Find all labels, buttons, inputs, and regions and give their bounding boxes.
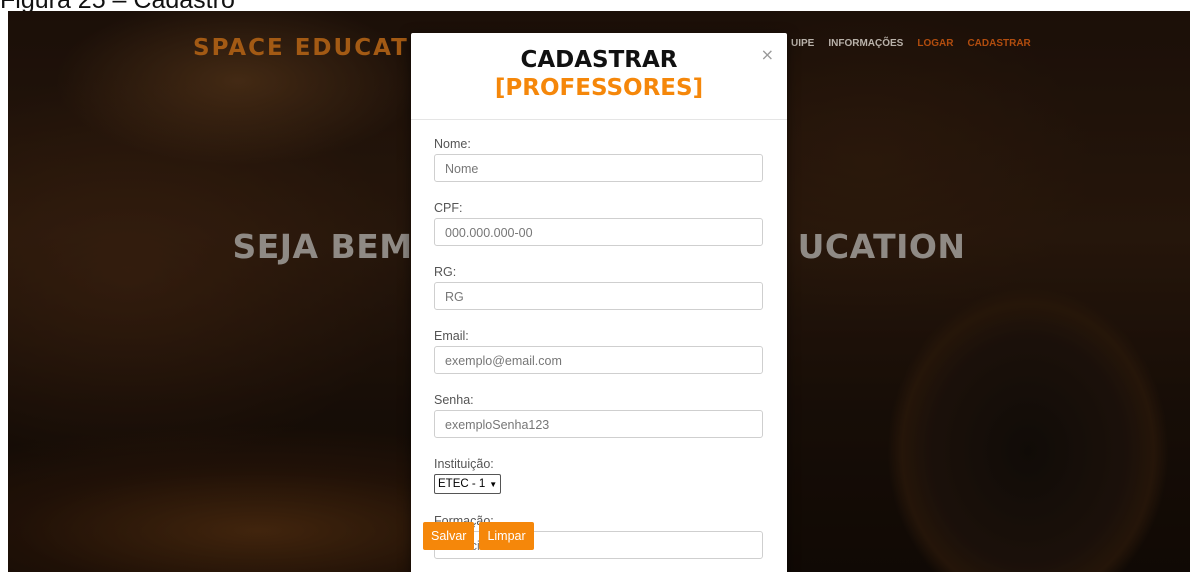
form-actions: Salvar Limpar bbox=[423, 522, 534, 550]
website-screenshot: SPACE EDUCAT UIPE INFORMAÇÕES LOGAR CADA… bbox=[8, 11, 1190, 572]
register-modal: CADASTRAR [PROFESSORES] × Nome: Nome CPF… bbox=[411, 33, 787, 572]
instituicao-selected-value: ETEC - 1 bbox=[438, 478, 486, 490]
nav-item-cadastrar[interactable]: CADASTRAR bbox=[967, 38, 1030, 49]
chevron-down-icon: ▼ bbox=[489, 479, 498, 489]
nome-label: Nome: bbox=[434, 137, 471, 151]
close-icon[interactable]: × bbox=[761, 45, 774, 64]
nav-item-equipe[interactable]: UIPE bbox=[791, 38, 814, 49]
password-input[interactable]: exemploSenha123 bbox=[434, 410, 763, 438]
top-nav: UIPE INFORMAÇÕES LOGAR CADASTRAR bbox=[791, 38, 1031, 49]
modal-header: CADASTRAR [PROFESSORES] × bbox=[411, 33, 787, 120]
email-input[interactable]: exemplo@email.com bbox=[434, 346, 763, 374]
save-button[interactable]: Salvar bbox=[423, 522, 475, 550]
modal-subtitle: [PROFESSORES] bbox=[494, 75, 704, 101]
instituicao-select[interactable]: ETEC - 1 ▼ bbox=[434, 474, 502, 494]
email-label: Email: bbox=[434, 329, 469, 343]
modal-title: CADASTRAR bbox=[520, 47, 678, 73]
rg-input[interactable]: RG bbox=[434, 282, 763, 310]
nome-input[interactable]: Nome bbox=[434, 154, 763, 182]
cpf-label: CPF: bbox=[434, 201, 463, 215]
rg-label: RG: bbox=[434, 265, 457, 279]
nav-item-logar[interactable]: LOGAR bbox=[917, 38, 953, 49]
clear-button[interactable]: Limpar bbox=[479, 522, 534, 550]
cpf-input[interactable]: 000.000.000-00 bbox=[434, 218, 763, 246]
register-form: Nome: Nome CPF: 000.000.000-00 RG: RG Em… bbox=[411, 120, 787, 559]
hero-text-left: SEJA BEM bbox=[232, 227, 413, 266]
nav-item-informacoes[interactable]: INFORMAÇÕES bbox=[828, 38, 903, 49]
hero-text-right: UCATION bbox=[797, 227, 966, 266]
site-brand[interactable]: SPACE EDUCAT bbox=[193, 35, 409, 61]
instituicao-label: Instituição: bbox=[434, 457, 494, 471]
senha-label: Senha: bbox=[434, 393, 474, 407]
